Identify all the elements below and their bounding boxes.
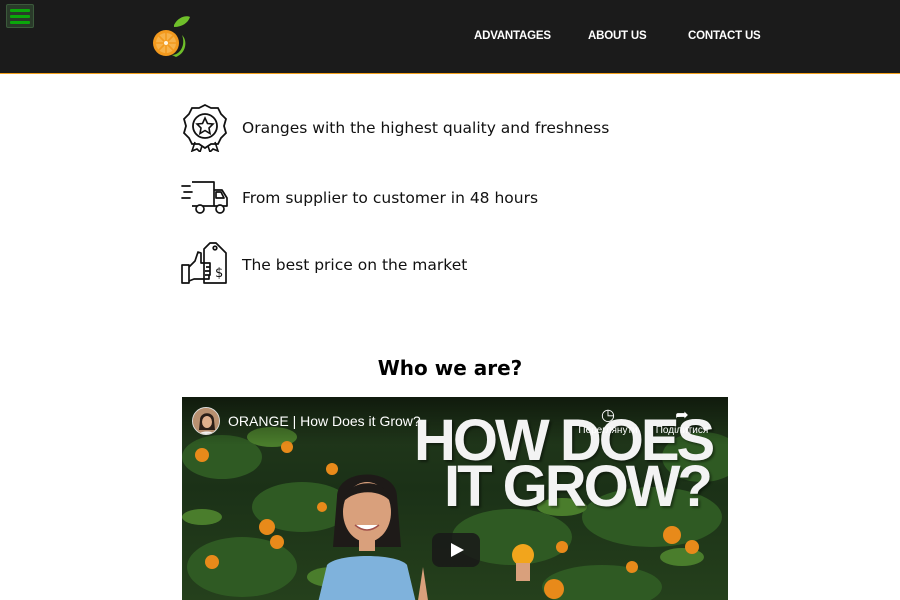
- presenter-image: [318, 474, 428, 600]
- advantage-item-quality: Oranges with the highest quality and fre…: [180, 102, 740, 152]
- watch-later-label: Переглянути: [578, 425, 638, 436]
- nav-contact-us-link[interactable]: CONTACT US: [688, 30, 761, 42]
- video-title[interactable]: ORANGE | How Does it Grow?: [228, 413, 421, 429]
- hamburger-bar: [10, 20, 30, 24]
- watch-later-button[interactable]: ◷ Переглянути: [578, 407, 638, 447]
- nav-advantages-link[interactable]: ADVANTAGES: [474, 30, 551, 42]
- advantage-text: The best price on the market: [242, 256, 468, 274]
- clock-icon: ◷: [601, 407, 615, 424]
- hamburger-bar: [10, 14, 30, 18]
- price-tag-thumbs-up-icon: $: [181, 242, 227, 284]
- advantage-text: Oranges with the highest quality and fre…: [242, 119, 610, 137]
- site-header: ADVANTAGES ABOUT US CONTACT US: [0, 0, 900, 74]
- advantage-item-delivery: From supplier to customer in 48 hours: [180, 172, 740, 222]
- play-button[interactable]: [432, 533, 480, 567]
- share-label: Поділитися: [655, 425, 709, 436]
- video-player[interactable]: ORANGE | How Does it Grow? HOW DOES IT G…: [182, 397, 728, 600]
- main-nav: ADVANTAGES ABOUT US CONTACT US: [0, 30, 900, 46]
- share-arrow-icon: ➦: [675, 407, 689, 424]
- quality-badge-icon: [182, 103, 228, 152]
- nav-about-us-link[interactable]: ABOUT US: [588, 30, 647, 42]
- video-headline-line2: IT GROW?: [444, 454, 713, 519]
- delivery-truck-icon: [181, 181, 228, 214]
- channel-avatar[interactable]: [192, 407, 220, 435]
- hamburger-bar: [10, 8, 30, 12]
- who-we-are-heading: Who we are?: [377, 356, 523, 380]
- svg-text:$: $: [215, 266, 223, 281]
- hamburger-menu-button[interactable]: [6, 4, 34, 28]
- advantage-item-price: $ The best price on the market: [180, 239, 740, 289]
- hand-holding-orange: [512, 544, 534, 581]
- advantage-text: From supplier to customer in 48 hours: [242, 189, 539, 207]
- share-button[interactable]: ➦ Поділитися: [652, 407, 712, 447]
